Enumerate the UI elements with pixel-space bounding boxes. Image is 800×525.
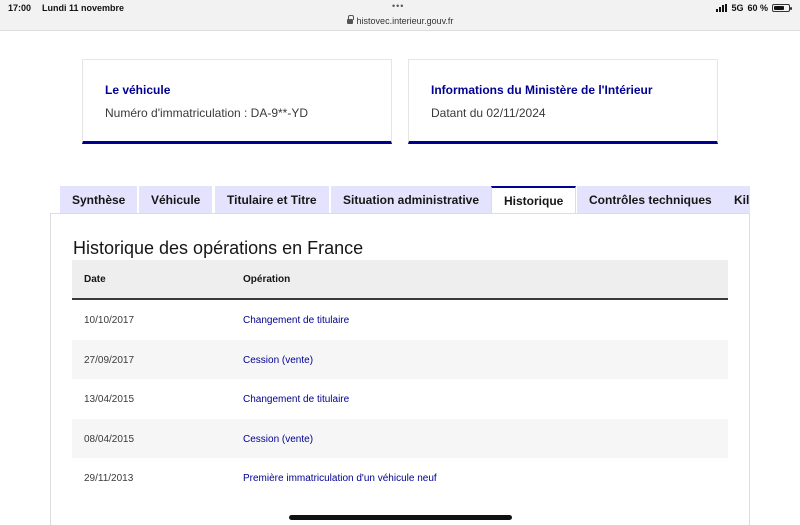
table-row: 08/04/2015 Cession (vente) <box>72 418 728 458</box>
history-title: Historique des opérations en France <box>73 238 364 258</box>
signal-icon <box>716 4 728 12</box>
table-row: 13/04/2015 Changement de titulaire <box>72 379 728 419</box>
divider <box>0 30 800 31</box>
row-operation-link[interactable]: Première immatriculation d'un véhicule n… <box>243 473 437 484</box>
battery-level <box>774 6 784 10</box>
status-time: 17:00 <box>8 3 32 13</box>
vehicle-card-title: Le véhicule <box>105 83 171 97</box>
table-body: 10/10/2017 Changement de titulaire 27/09… <box>72 300 728 498</box>
tab-synthese[interactable]: Synthèse <box>60 186 138 214</box>
row-operation-link[interactable]: Changement de titulaire <box>243 394 349 405</box>
network-label: 5G <box>731 3 744 13</box>
info-date: Datant du 02/11/2024 <box>431 106 546 120</box>
status-indicators: 5G 60 % <box>716 3 792 13</box>
row-date: 29/11/2013 <box>84 473 134 484</box>
vehicle-card: Le véhicule Numéro d'immatriculation : D… <box>82 59 392 144</box>
column-header-date: Date <box>84 274 106 285</box>
row-date: 10/10/2017 <box>84 315 135 326</box>
table-header: Date Opération <box>72 260 728 300</box>
ministry-card-title: Informations du Ministère de l'Intérieur <box>431 83 653 97</box>
lock-icon <box>346 15 354 24</box>
multitasking-dots-icon[interactable]: ••• <box>392 1 404 11</box>
tab-bar: Synthèse Véhicule Titulaire et Titre Sit… <box>60 186 750 214</box>
tab-titulaire-titre[interactable]: Titulaire et Titre <box>215 186 329 214</box>
table-row: 29/11/2013 Première immatriculation d'un… <box>72 458 728 498</box>
tab-kilometrage[interactable]: Kil <box>722 186 750 214</box>
home-indicator[interactable] <box>289 515 512 520</box>
row-operation-link[interactable]: Cession (vente) <box>243 355 313 366</box>
tab-vehicule[interactable]: Véhicule <box>139 186 213 214</box>
row-operation-link[interactable]: Changement de titulaire <box>243 315 349 326</box>
status-date: Lundi 11 novembre <box>42 3 125 13</box>
registration-number: Numéro d'immatriculation : DA-9**-YD <box>105 106 309 120</box>
url-text[interactable]: histovec.interieur.gouv.fr <box>357 16 454 26</box>
tab-situation-administrative[interactable]: Situation administrative <box>331 186 492 214</box>
row-date: 27/09/2017 <box>84 354 135 366</box>
row-date: 13/04/2015 <box>84 394 135 405</box>
column-header-operation: Opération <box>243 274 291 285</box>
table-row: 10/10/2017 Changement de titulaire <box>72 300 728 340</box>
row-date: 08/04/2015 <box>84 433 135 445</box>
table-row: 27/09/2017 Cession (vente) <box>72 339 728 379</box>
address-bar[interactable]: histovec.interieur.gouv.fr <box>0 15 800 30</box>
battery-icon <box>772 4 792 12</box>
row-operation-link[interactable]: Cession (vente) <box>243 434 313 445</box>
tab-controles-techniques[interactable]: Contrôles techniques <box>577 186 724 214</box>
status-bar: 17:00 Lundi 11 novembre ••• 5G 60 % <box>0 0 800 16</box>
ministry-card: Informations du Ministère de l'Intérieur… <box>408 59 718 144</box>
battery-label: 60 % <box>747 3 768 13</box>
history-table: Date Opération 10/10/2017 Changement de … <box>72 260 728 498</box>
tab-historique[interactable]: Historique <box>491 186 577 214</box>
